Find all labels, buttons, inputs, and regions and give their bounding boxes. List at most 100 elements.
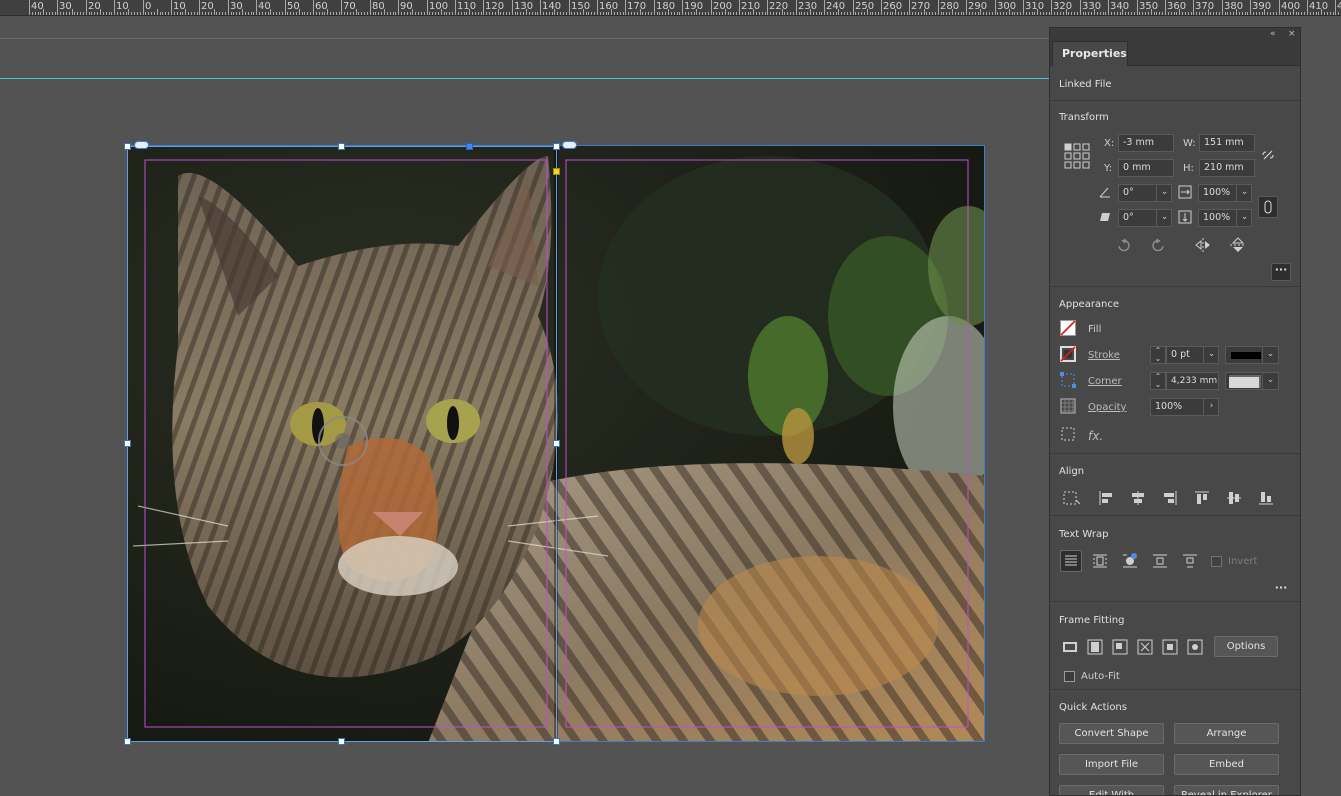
edit-with-button[interactable]: Edit With [1059,785,1164,795]
ruler-minor-tick [197,12,198,15]
shear-dropdown[interactable]: ⌄ [1156,209,1172,227]
handle-mid-left[interactable] [124,440,131,447]
fit-frame-to-content-icon[interactable] [1112,639,1128,655]
ruler-minor-tick [52,12,53,15]
ruler-minor-tick [529,12,530,15]
stroke-type-dropdown[interactable]: ⌄ [1262,346,1278,364]
object-effects-box-icon[interactable] [1060,426,1076,442]
handle-top-frame[interactable] [466,143,473,150]
convert-shape-button[interactable]: Convert Shape [1059,723,1164,744]
content-aware-fit-icon[interactable] [1187,639,1203,655]
frame-fitting-options-button[interactable]: Options [1214,636,1278,657]
fit-content-proportionally-icon[interactable] [1087,639,1103,655]
corner-label[interactable]: Corner [1088,376,1122,387]
handle-bottom-mid[interactable] [338,738,345,745]
rotation-dropdown[interactable]: ⌄ [1156,184,1172,202]
horizontal-ruler[interactable]: 40 30 20 10 0 10 20 30 40 50 60 70 80 90 100 110 120 130 1… [0,0,1341,16]
handle-top-left[interactable] [124,143,131,150]
fill-swatch-icon[interactable] [1060,320,1076,336]
ruler-minor-tick [1103,12,1104,15]
jump-object-icon[interactable] [1152,553,1168,569]
text-wrap-more-options-button[interactable]: ··· [1271,582,1291,600]
corner-shape-select[interactable]: ⌄ [1225,372,1279,390]
link-badge-right[interactable] [562,141,577,149]
align-vertical-centers-icon[interactable] [1226,490,1242,506]
handle-top-mid[interactable] [338,143,345,150]
handle-top-right[interactable] [553,143,560,150]
stroke-type-select[interactable]: ⌄ [1225,346,1279,364]
corner-stepper[interactable]: ⌃ ⌄ [1150,372,1166,390]
ruler-minor-tick [1227,12,1228,15]
ruler-minor-tick [60,12,61,15]
ruler-label: 40 [31,1,44,12]
ruler-major-tick [853,0,854,15]
center-content-icon[interactable] [1162,639,1178,655]
invert-checkbox[interactable] [1211,556,1222,567]
ruler-minor-tick [816,12,817,15]
ruler-minor-tick [722,12,723,15]
align-horizontal-centers-icon[interactable] [1130,490,1146,506]
ruler-minor-tick [651,12,652,15]
panel-tabs: Properties [1050,40,1300,66]
ruler-minor-tick [364,12,365,15]
rotate-cw-icon[interactable] [1116,237,1132,253]
collapse-icon[interactable]: « [1270,28,1276,40]
corner-icon[interactable] [1060,372,1076,388]
ruler-minor-tick [784,12,785,15]
fill-frame-proportionally-icon[interactable] [1062,639,1078,655]
import-file-button[interactable]: Import File [1059,754,1164,775]
flip-vertical-icon[interactable] [1229,237,1247,253]
stroke-label[interactable]: Stroke [1088,350,1120,361]
reveal-in-explorer-button[interactable]: Reveal in Explorer [1174,785,1279,795]
corner-radius-field[interactable]: 4,233 mm [1166,372,1219,390]
h-field[interactable]: 210 mm [1199,159,1255,177]
scale-x-dropdown[interactable]: ⌄ [1236,184,1252,202]
tab-properties[interactable]: Properties [1052,41,1128,66]
close-icon[interactable]: × [1288,28,1296,40]
y-field[interactable]: 0 mm [1118,159,1174,177]
ruler-minor-tick [1054,12,1055,15]
align-right-edges-icon[interactable] [1162,490,1178,506]
ruler-minor-tick [637,12,638,15]
handle-mid-right[interactable] [553,440,560,447]
ruler-minor-tick [1333,12,1334,15]
embed-button[interactable]: Embed [1174,754,1279,775]
transform-more-options-button[interactable]: ··· [1271,263,1291,281]
x-field[interactable]: -3 mm [1118,134,1174,152]
opacity-flyout-arrow[interactable]: › [1203,398,1219,416]
constrain-scale-link-icon[interactable] [1258,196,1278,218]
fx-effects-button[interactable]: fx. [1088,429,1103,443]
flip-horizontal-icon[interactable] [1194,237,1212,253]
scale-y-dropdown[interactable]: ⌄ [1236,209,1252,227]
link-badge-left[interactable] [134,141,149,149]
auto-fit-checkbox[interactable] [1064,671,1075,682]
fit-content-to-frame-icon[interactable] [1137,639,1153,655]
corner-shape-dropdown[interactable]: ⌄ [1262,372,1278,390]
align-bottom-edges-icon[interactable] [1258,490,1274,506]
jump-to-next-column-icon[interactable] [1182,553,1198,569]
handle-bottom-left[interactable] [124,738,131,745]
rotate-ccw-icon[interactable] [1150,237,1166,253]
ruler-major-tick [1023,0,1024,15]
arrange-button[interactable]: Arrange [1174,723,1279,744]
wrap-around-object-shape-icon[interactable] [1122,553,1138,569]
reference-point-icon[interactable] [1064,143,1090,169]
stroke-swatch-icon[interactable] [1060,346,1076,362]
align-top-edges-icon[interactable] [1194,490,1210,506]
align-to-selection-icon[interactable] [1062,490,1082,506]
stroke-weight-dropdown[interactable]: ⌄ [1203,346,1219,364]
constrain-proportions-icon[interactable] [1261,148,1275,162]
w-field[interactable]: 151 mm [1199,134,1255,152]
align-left-edges-icon[interactable] [1098,490,1114,506]
ruler-label: 220 [769,1,789,12]
no-text-wrap-icon[interactable] [1060,550,1082,572]
ruler-minor-tick [148,12,149,15]
handle-bottom-right[interactable] [553,738,560,745]
guide-line-cyan[interactable] [0,78,1049,79]
wrap-around-bounding-box-icon[interactable] [1092,553,1108,569]
opacity-label[interactable]: Opacity [1088,402,1126,413]
stroke-stepper[interactable]: ⌃ ⌄ [1150,346,1166,364]
ruler-minor-tick [327,9,328,15]
live-corner-handle[interactable] [553,168,560,175]
ruler-minor-tick [103,12,104,15]
